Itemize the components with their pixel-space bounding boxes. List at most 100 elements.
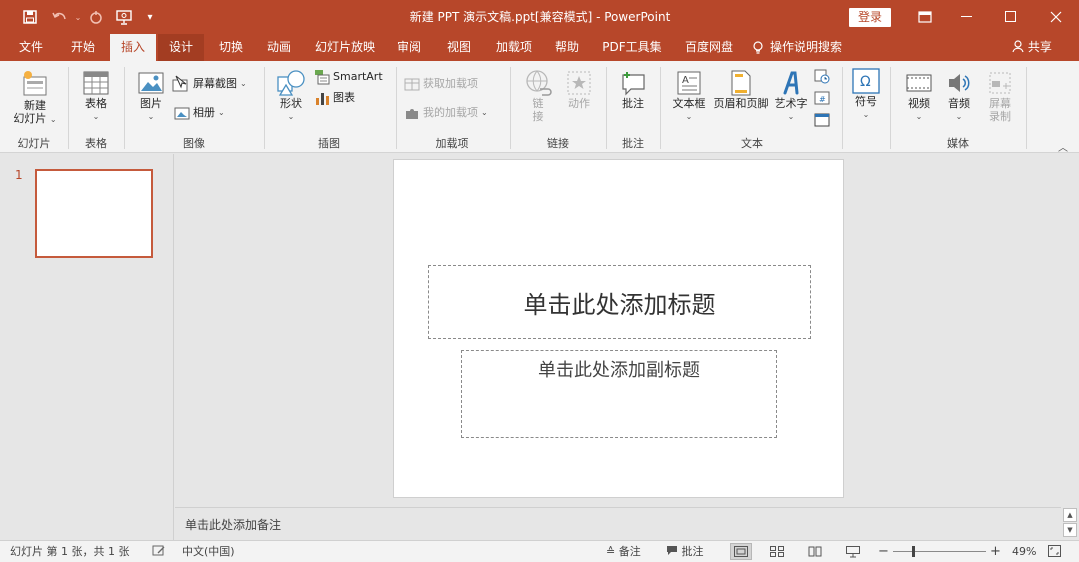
- tab-transitions[interactable]: 切换: [208, 34, 254, 61]
- slide-number-button[interactable]: #: [814, 89, 830, 107]
- chevron-down-icon: ⌄: [218, 108, 225, 117]
- puzzle-icon: [406, 109, 418, 119]
- tab-slideshow[interactable]: 幻灯片放映: [308, 34, 382, 61]
- tab-view[interactable]: 视图: [436, 34, 482, 61]
- scroll-up-icon[interactable]: ▲: [1063, 508, 1077, 522]
- comments-toggle-button[interactable]: 批注: [666, 541, 704, 562]
- new-slide-icon: [23, 71, 47, 96]
- close-icon[interactable]: [1033, 0, 1079, 34]
- undo-dropdown-icon[interactable]: ⌄: [72, 0, 84, 34]
- symbol-button[interactable]: Ω 符号 ⌄: [848, 67, 884, 121]
- svg-text:A: A: [682, 75, 689, 86]
- chevron-down-icon: ⌄: [915, 112, 923, 121]
- screen-record-button[interactable]: 屏幕 录制: [982, 69, 1018, 123]
- textbox-button[interactable]: A 文本框 ⌄: [668, 69, 710, 123]
- tell-me-label: 操作说明搜索: [770, 40, 843, 54]
- chevron-down-icon: ⌄: [685, 112, 693, 121]
- slide-canvas[interactable]: 单击此处添加标题 单击此处添加副标题: [393, 159, 844, 498]
- zoom-slider-thumb[interactable]: [912, 546, 915, 557]
- minimize-icon[interactable]: [944, 0, 990, 34]
- get-addins-button[interactable]: 获取加载项: [404, 75, 478, 93]
- comments-toggle-label: 批注: [681, 545, 704, 558]
- tab-design[interactable]: 设计: [158, 34, 204, 61]
- new-slide-button[interactable]: 新建 幻灯片 ⌄: [8, 69, 62, 126]
- chevron-down-icon: ⌄: [49, 115, 57, 124]
- get-addins-label: 获取加载项: [423, 77, 478, 90]
- image-button[interactable]: 图片 ⌄: [132, 69, 170, 123]
- object-button[interactable]: [814, 111, 830, 129]
- store-icon: [404, 78, 420, 91]
- status-bar: 幻灯片 第 1 张，共 1 张 中文(中国) ≙ 备注 批注 − + 49%: [0, 540, 1079, 562]
- collapse-ribbon-icon[interactable]: ︿: [1058, 139, 1068, 154]
- tab-addins[interactable]: 加载项: [488, 34, 540, 61]
- ribbon-display-icon[interactable]: [902, 0, 948, 34]
- date-time-button[interactable]: [814, 67, 830, 85]
- notes-placeholder: 单击此处添加备注: [185, 518, 282, 532]
- zoom-level[interactable]: 49%: [1012, 541, 1036, 562]
- tab-help[interactable]: 帮助: [546, 34, 588, 61]
- slide-thumbnail-pane: 1: [0, 154, 174, 540]
- undo-icon[interactable]: [48, 0, 72, 34]
- shapes-icon: [277, 70, 305, 96]
- album-button[interactable]: 相册 ⌄: [174, 104, 225, 122]
- action-button[interactable]: 动作: [562, 69, 596, 110]
- header-footer-button[interactable]: 页眉和页脚: [710, 69, 772, 110]
- language-status[interactable]: 中文(中国): [182, 541, 235, 562]
- picture-icon: [138, 72, 164, 94]
- scroll-down-icon[interactable]: ▼: [1063, 523, 1077, 537]
- table-icon: [83, 71, 109, 95]
- album-label: 相册: [193, 106, 215, 119]
- link-button[interactable]: 链 接: [520, 69, 556, 123]
- tab-pdf-tools[interactable]: PDF工具集: [596, 34, 668, 61]
- tab-insert[interactable]: 插入: [110, 34, 156, 61]
- film-icon: [906, 74, 932, 92]
- present-icon[interactable]: [112, 0, 136, 34]
- reading-view-icon[interactable]: [804, 543, 826, 560]
- video-button[interactable]: 视频 ⌄: [900, 69, 938, 123]
- tab-home[interactable]: 开始: [60, 34, 106, 61]
- notes-pane[interactable]: 单击此处添加备注: [175, 507, 1061, 539]
- table-button[interactable]: 表格 ⌄: [74, 69, 118, 123]
- normal-view-icon[interactable]: [730, 543, 752, 560]
- ribbon: 新建 幻灯片 ⌄ 幻灯片 表格 ⌄ 表格 图片 ⌄ 屏幕截图 ⌄ 相册 ⌄ 图像…: [0, 61, 1079, 154]
- wordart-button[interactable]: 艺术字 ⌄: [772, 69, 810, 123]
- save-icon[interactable]: [18, 0, 42, 34]
- audio-label: 音频: [948, 97, 970, 110]
- chevron-down-icon: ⌄: [287, 112, 295, 121]
- smartart-icon: [315, 70, 330, 85]
- spell-check-icon[interactable]: [152, 541, 166, 562]
- zoom-slider-track[interactable]: [893, 551, 986, 552]
- fit-to-window-icon[interactable]: [1048, 541, 1061, 562]
- person-icon: [1012, 40, 1024, 53]
- shapes-button[interactable]: 形状 ⌄: [272, 69, 310, 123]
- smartart-button[interactable]: SmartArt: [314, 68, 383, 86]
- notes-scrollbar[interactable]: ▲ ▼: [1061, 507, 1079, 539]
- tab-file[interactable]: 文件: [8, 34, 54, 61]
- slideshow-view-icon[interactable]: [842, 543, 864, 560]
- slide-sorter-view-icon[interactable]: [766, 543, 788, 560]
- zoom-in-button[interactable]: +: [990, 541, 1001, 562]
- tab-baidu-netdisk[interactable]: 百度网盘: [678, 34, 740, 61]
- redo-icon[interactable]: [86, 0, 106, 34]
- slide-number: 1: [15, 168, 23, 182]
- customize-icon[interactable]: ▾: [142, 0, 158, 34]
- login-button[interactable]: 登录: [849, 8, 891, 27]
- link-icon: [526, 70, 552, 96]
- tab-review[interactable]: 审阅: [386, 34, 432, 61]
- zoom-out-button[interactable]: −: [878, 541, 889, 562]
- screenshot-button[interactable]: 屏幕截图 ⌄: [172, 75, 247, 93]
- share-button[interactable]: 共享: [1012, 34, 1052, 61]
- subtitle-placeholder[interactable]: 单击此处添加副标题: [461, 350, 777, 438]
- maximize-icon[interactable]: [988, 0, 1034, 34]
- title-placeholder[interactable]: 单击此处添加标题: [428, 265, 811, 339]
- textbox-label: 文本框: [672, 97, 706, 110]
- my-addins-button[interactable]: 我的加载项 ⌄: [404, 104, 488, 122]
- chart-button[interactable]: 图表: [314, 89, 355, 107]
- tell-me-search[interactable]: 操作说明搜索: [752, 34, 862, 61]
- audio-button[interactable]: 音频 ⌄: [940, 69, 978, 123]
- notes-toggle-button[interactable]: ≙ 备注: [606, 541, 641, 562]
- chart-icon: [316, 93, 329, 105]
- comment-button[interactable]: 批注: [614, 69, 652, 110]
- slide-thumbnail[interactable]: [35, 169, 153, 258]
- tab-animations[interactable]: 动画: [256, 34, 302, 61]
